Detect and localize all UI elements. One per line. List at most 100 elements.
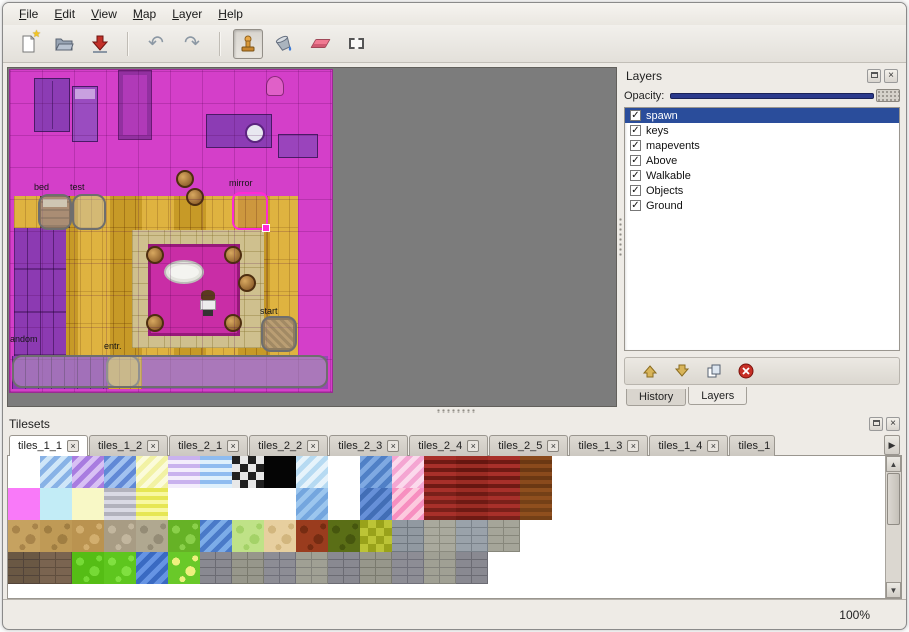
delete-layer-button[interactable] xyxy=(735,360,757,382)
tileset-tab-tiles_2_3[interactable]: tiles_2_3× xyxy=(329,435,408,456)
duplicate-layer-button[interactable] xyxy=(703,360,725,382)
layer-row-mapevents[interactable]: ✓mapevents xyxy=(625,138,899,153)
layer-row-Ground[interactable]: ✓Ground xyxy=(625,198,899,213)
tileset-tile[interactable] xyxy=(200,520,232,552)
tileset-tile[interactable] xyxy=(456,456,488,488)
tileset-tile[interactable] xyxy=(8,552,40,584)
tileset-tile[interactable] xyxy=(168,456,200,488)
tileset-tile[interactable] xyxy=(136,520,168,552)
tileset-tile[interactable] xyxy=(296,488,328,520)
tileset-tab-tiles_1_4[interactable]: tiles_1_4× xyxy=(649,435,728,456)
tileset-tile[interactable] xyxy=(264,552,296,584)
tileset-tab-tiles_2_1[interactable]: tiles_2_1× xyxy=(169,435,248,456)
tileset-tile[interactable] xyxy=(488,552,520,584)
tileset-tile[interactable] xyxy=(424,520,456,552)
tileset-tile[interactable] xyxy=(360,552,392,584)
tileset-tile[interactable] xyxy=(328,488,360,520)
tileset-tile[interactable] xyxy=(40,456,72,488)
dock-tab-layers[interactable]: Layers xyxy=(688,387,747,405)
tileset-tile[interactable] xyxy=(328,552,360,584)
close-tab-icon[interactable]: × xyxy=(387,440,399,452)
tileset-tile[interactable] xyxy=(520,456,552,488)
scroll-down-button[interactable]: ▼ xyxy=(886,582,901,598)
vertical-splitter[interactable] xyxy=(617,67,624,407)
tileset-tile[interactable] xyxy=(360,456,392,488)
tileset-tile[interactable] xyxy=(264,456,296,488)
close-tab-icon[interactable]: × xyxy=(547,440,559,452)
close-tab-icon[interactable]: × xyxy=(707,440,719,452)
tileset-tab-tiles_1_1[interactable]: tiles_1_1× xyxy=(9,435,88,456)
menu-file[interactable]: File xyxy=(11,5,46,23)
opacity-slider-handle[interactable] xyxy=(876,89,900,102)
menu-map[interactable]: Map xyxy=(125,5,164,23)
layer-row-Above[interactable]: ✓Above xyxy=(625,153,899,168)
tileset-tile[interactable] xyxy=(520,520,552,552)
tileset-tile[interactable] xyxy=(8,456,40,488)
tileset-tile[interactable] xyxy=(40,552,72,584)
tileset-tile[interactable] xyxy=(488,520,520,552)
close-tab-icon[interactable]: × xyxy=(467,440,479,452)
float-panel-button[interactable] xyxy=(867,69,881,83)
stamp-brush-button[interactable] xyxy=(233,29,263,59)
tileset-tab-tiles_1[interactable]: tiles_1 xyxy=(729,435,775,456)
tileset-tile[interactable] xyxy=(136,552,168,584)
map-object-mirror[interactable] xyxy=(232,192,268,230)
tileset-view[interactable]: ▲ ▼ xyxy=(7,456,902,599)
tileset-tile[interactable] xyxy=(200,456,232,488)
close-tab-icon[interactable]: × xyxy=(627,440,639,452)
menu-help[interactable]: Help xyxy=(210,5,251,23)
layer-visibility-checkbox[interactable]: ✓ xyxy=(630,140,641,151)
close-panel-button[interactable]: × xyxy=(886,417,900,431)
tileset-tile[interactable] xyxy=(488,456,520,488)
map-view[interactable]: bedtestmirrorstartentr.andom xyxy=(7,67,617,407)
tileset-tile[interactable] xyxy=(392,456,424,488)
save-map-button[interactable] xyxy=(85,29,115,59)
close-tab-icon[interactable]: × xyxy=(227,440,239,452)
tileset-tile[interactable] xyxy=(456,552,488,584)
map-object-andom[interactable] xyxy=(12,355,328,388)
layer-visibility-checkbox[interactable]: ✓ xyxy=(630,170,641,181)
tileset-tile[interactable] xyxy=(104,552,136,584)
tileset-scrollbar[interactable]: ▲ ▼ xyxy=(885,456,901,598)
tileset-tile[interactable] xyxy=(328,520,360,552)
layer-visibility-checkbox[interactable]: ✓ xyxy=(630,110,641,121)
tileset-tile[interactable] xyxy=(360,520,392,552)
tileset-tile[interactable] xyxy=(392,488,424,520)
bucket-fill-button[interactable] xyxy=(269,29,299,59)
tileset-tile[interactable] xyxy=(72,456,104,488)
menu-layer[interactable]: Layer xyxy=(164,5,210,23)
tileset-tab-tiles_1_3[interactable]: tiles_1_3× xyxy=(569,435,648,456)
layer-visibility-checkbox[interactable]: ✓ xyxy=(630,185,641,196)
raise-layer-button[interactable] xyxy=(639,360,661,382)
tileset-tile[interactable] xyxy=(72,520,104,552)
tileset-tile[interactable] xyxy=(168,552,200,584)
tileset-tile[interactable] xyxy=(232,520,264,552)
tileset-tab-tiles_2_5[interactable]: tiles_2_5× xyxy=(489,435,568,456)
layer-row-spawn[interactable]: ✓spawn xyxy=(625,108,899,123)
tileset-tile[interactable] xyxy=(392,520,424,552)
rect-select-button[interactable] xyxy=(341,29,371,59)
tileset-tile[interactable] xyxy=(296,520,328,552)
close-tab-icon[interactable]: × xyxy=(67,440,79,452)
layer-visibility-checkbox[interactable]: ✓ xyxy=(630,200,641,211)
layer-row-keys[interactable]: ✓keys xyxy=(625,123,899,138)
tileset-tile[interactable] xyxy=(136,456,168,488)
tileset-tile[interactable] xyxy=(424,488,456,520)
scrollbar-thumb[interactable] xyxy=(887,473,900,525)
tileset-tile[interactable] xyxy=(72,488,104,520)
tileset-tile[interactable] xyxy=(200,552,232,584)
map-object-start[interactable] xyxy=(261,316,297,352)
opacity-slider[interactable] xyxy=(670,88,900,103)
tileset-tile[interactable] xyxy=(456,520,488,552)
tileset-tile[interactable] xyxy=(8,488,40,520)
tileset-tile[interactable] xyxy=(232,488,264,520)
scroll-up-button[interactable]: ▲ xyxy=(886,456,901,472)
layer-row-Walkable[interactable]: ✓Walkable xyxy=(625,168,899,183)
tileset-tile[interactable] xyxy=(40,520,72,552)
lower-layer-button[interactable] xyxy=(671,360,693,382)
tileset-tile[interactable] xyxy=(8,520,40,552)
tileset-tab-tiles_2_2[interactable]: tiles_2_2× xyxy=(249,435,328,456)
tileset-tile[interactable] xyxy=(104,488,136,520)
menu-view[interactable]: View xyxy=(83,5,125,23)
tileset-tile[interactable] xyxy=(232,552,264,584)
